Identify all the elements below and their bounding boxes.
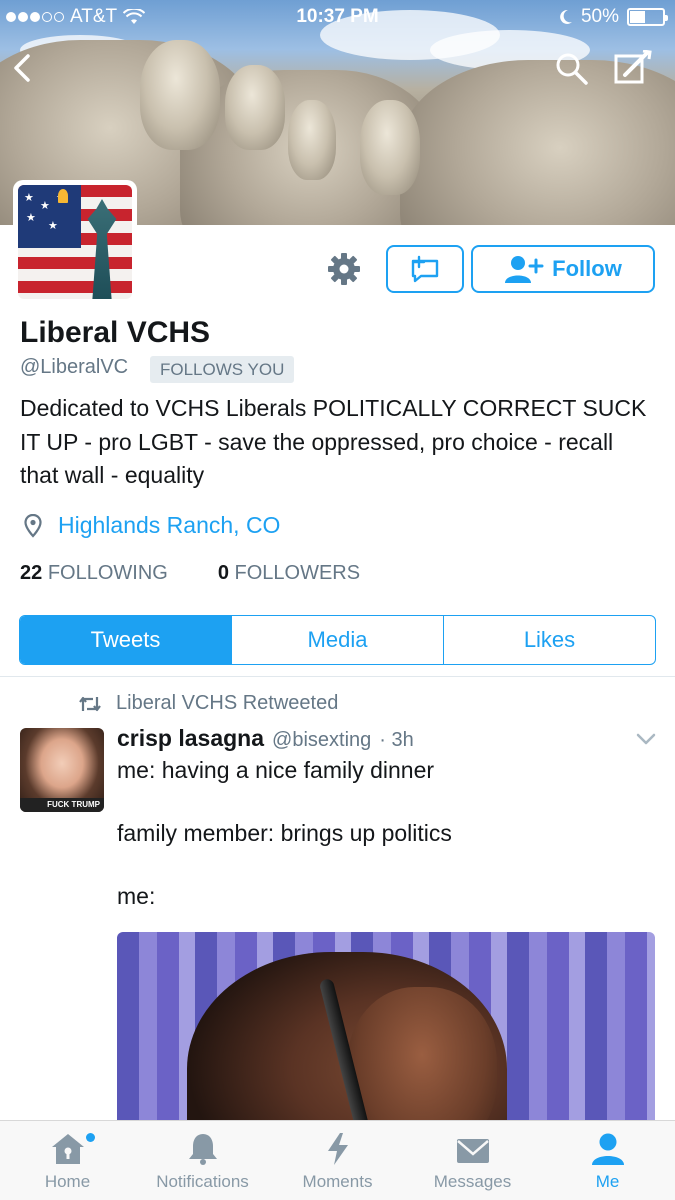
following-count: 22: [20, 562, 43, 584]
battery-percent: 50%: [580, 6, 619, 27]
tweet-time: · 3h: [379, 729, 414, 751]
bell-icon: [188, 1134, 217, 1165]
follow-button[interactable]: Follow: [471, 245, 655, 293]
notification-dot: [86, 1133, 95, 1142]
chevron-left-icon: [14, 54, 30, 82]
profile-avatar[interactable]: ★ ★ ★ ★ ★: [13, 180, 137, 304]
tweet-author-name[interactable]: crisp lasagna: [117, 725, 264, 752]
tweet-header: crisp lasagna @bisexting · 3h: [117, 725, 414, 752]
avatar-overlay-text: FUCK TRUMP: [20, 798, 104, 812]
gear-icon: [328, 253, 360, 285]
profile-stats: 22 FOLLOWING 0 FOLLOWERS: [20, 562, 360, 585]
search-button[interactable]: [555, 52, 589, 91]
chevron-down-icon: [636, 733, 656, 745]
tab-tweets[interactable]: Tweets: [20, 616, 231, 664]
retweet-indicator: Liberal VCHS Retweeted: [78, 692, 338, 715]
retweet-label: Liberal VCHS Retweeted: [116, 692, 339, 714]
follow-label: Follow: [552, 256, 622, 281]
divider: [0, 676, 675, 677]
tabbar-moments-label: Moments: [302, 1172, 373, 1191]
search-icon: [556, 53, 588, 85]
bottom-tab-bar: Home Notifications Moments Messages Me: [0, 1120, 675, 1200]
person-icon: [591, 1133, 624, 1165]
direct-message-button[interactable]: [386, 245, 464, 293]
tweet-text: me: having a nice family dinner family m…: [117, 757, 452, 909]
followers-label: FOLLOWERS: [234, 562, 361, 584]
tab-media[interactable]: Media: [231, 616, 443, 664]
profile-tabs: Tweets Media Likes: [19, 615, 656, 665]
compose-icon: [614, 49, 652, 84]
tweet-author-handle[interactable]: @bisexting: [272, 729, 371, 752]
tabbar-me-label: Me: [595, 1172, 620, 1191]
follows-you-badge: FOLLOWS YOU: [150, 356, 295, 383]
tabbar-me[interactable]: Me: [540, 1121, 675, 1200]
location-label: Highlands Ranch, CO: [58, 512, 281, 538]
settings-button[interactable]: [324, 249, 364, 289]
tweet-avatar[interactable]: FUCK TRUMP: [20, 728, 104, 812]
moon-icon: [560, 9, 572, 24]
tabbar-home-label: Home: [44, 1172, 91, 1191]
battery-icon: [627, 8, 668, 26]
compose-button[interactable]: [613, 49, 653, 91]
add-user-icon: [505, 256, 544, 283]
message-icon: [411, 255, 439, 283]
profile-location[interactable]: Highlands Ranch, CO: [24, 512, 280, 539]
retweet-icon: [79, 696, 101, 711]
lightning-icon: [327, 1133, 348, 1165]
location-pin-icon: [24, 513, 42, 538]
tweet-media-image[interactable]: [117, 932, 655, 1132]
envelope-icon: [456, 1139, 489, 1163]
tabbar-notifications[interactable]: Notifications: [135, 1121, 270, 1200]
tabbar-messages-label: Messages: [433, 1172, 512, 1191]
tweet-options-button[interactable]: [636, 732, 656, 751]
tabbar-messages[interactable]: Messages: [405, 1121, 540, 1200]
profile-bio: Dedicated to VCHS Liberals POLITICALLY C…: [20, 395, 647, 488]
tabbar-moments[interactable]: Moments: [270, 1121, 405, 1200]
following-stat[interactable]: 22 FOLLOWING: [20, 562, 168, 585]
tabbar-notifications-label: Notifications: [156, 1172, 249, 1191]
status-bar: AT&T 10:37 PM 50%: [0, 0, 675, 36]
home-icon: [51, 1134, 84, 1164]
tab-likes[interactable]: Likes: [443, 616, 655, 664]
followers-stat[interactable]: 0 FOLLOWERS: [218, 562, 360, 585]
tabbar-home[interactable]: Home: [0, 1121, 135, 1200]
back-button[interactable]: [10, 52, 34, 89]
following-label: FOLLOWING: [47, 562, 168, 584]
profile-name: Liberal VCHS: [20, 316, 211, 349]
profile-handle: @LiberalVC: [20, 356, 129, 378]
followers-count: 0: [217, 562, 229, 584]
